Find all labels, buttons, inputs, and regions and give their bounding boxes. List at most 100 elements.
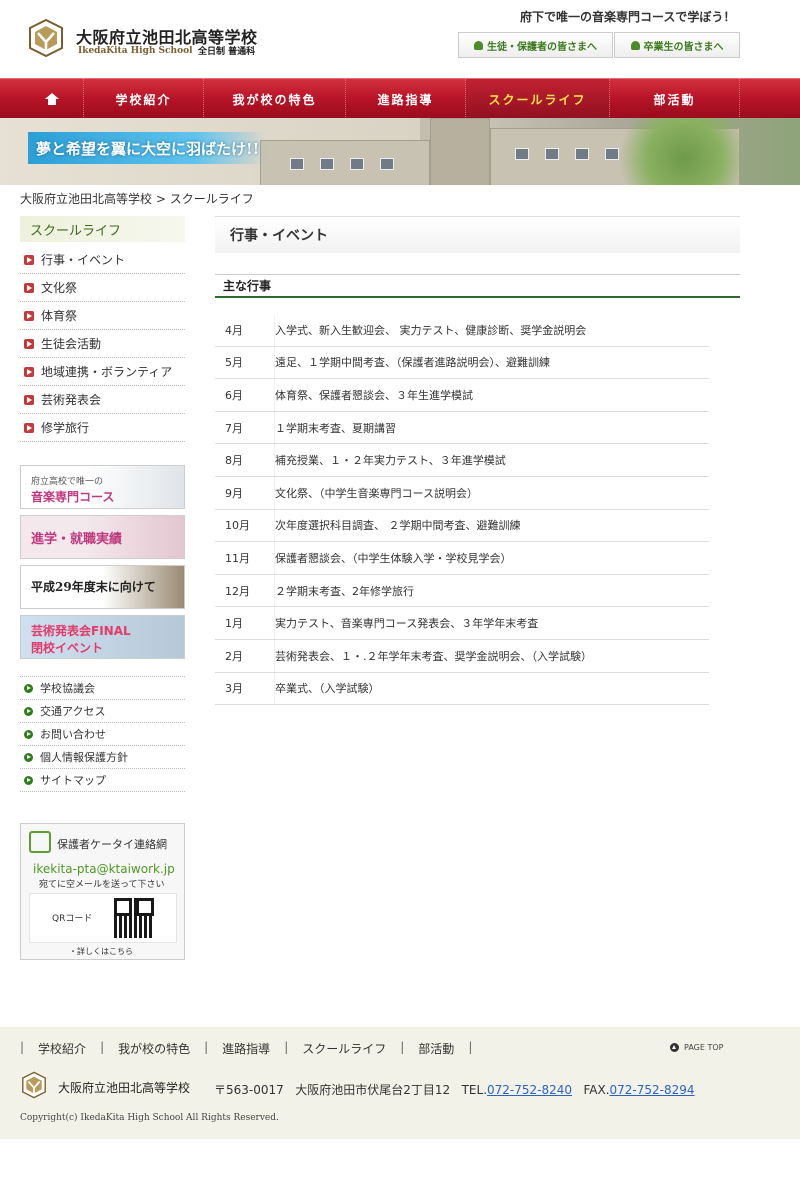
students-parents-button[interactable]: 生徒・保護者の皆さまへ — [458, 32, 613, 58]
nav-clubs[interactable]: 部活動 — [610, 79, 740, 119]
link-school-council[interactable]: 学校協議会 — [20, 677, 185, 700]
link-label: 交通アクセス — [40, 705, 106, 718]
event-description: 卒業式、（入学試験） — [275, 682, 380, 696]
breadcrumb-home[interactable]: 大阪府立池田北高等学校 — [20, 192, 152, 206]
qr-code-icon — [114, 898, 154, 938]
event-description: 体育祭、保護者懇談会、３年生進学模試 — [275, 388, 473, 402]
school-course: 全日制 普通科 — [198, 47, 256, 57]
mobile-phone-icon — [29, 831, 51, 853]
school-name-en: IkedaKita High School — [78, 46, 193, 56]
tagline: 府下で唯一の音楽専門コースで学ぼう！ — [520, 10, 736, 24]
page-top-button[interactable]: PAGE TOP — [670, 1043, 723, 1052]
footer-link-features[interactable]: 我が校の特色 — [118, 1040, 190, 1057]
page-title: 行事・イベント — [215, 216, 740, 253]
nav-home[interactable] — [20, 79, 84, 119]
banner-building — [430, 118, 490, 185]
table-row: 12月 ２学期末考査、2年修学旅行 — [215, 574, 709, 608]
arrow-right-icon — [24, 254, 34, 265]
nav-about[interactable]: 学校紹介 — [84, 79, 204, 119]
final-event-banner[interactable]: 芸術発表会FINAL 閉校イベント — [20, 615, 185, 659]
sidebar-item-sports-festival[interactable]: 体育祭 — [20, 302, 185, 330]
nav-career-guidance[interactable]: 進路指導 — [346, 79, 466, 119]
arrow-right-icon — [24, 310, 34, 321]
sidebar-menu: 行事・イベント 文化祭 体育祭 生徒会活動 地域連携・ボランティア 芸術発表会 … — [20, 246, 185, 442]
event-description: 補充授業、１・２年実力テスト、３年進学模試 — [275, 454, 506, 468]
table-row: 5月 遠足、１学期中間考査、（保護者進路説明会）、避難訓練 — [215, 346, 709, 380]
mobile-contact-email: ikekita-pta@ktaiwork.jp — [33, 862, 175, 876]
event-month: 12月 — [215, 574, 275, 607]
page-top-label: PAGE TOP — [684, 1043, 724, 1052]
link-contact[interactable]: お問い合わせ — [20, 723, 185, 746]
link-sitemap[interactable]: サイトマップ — [20, 769, 185, 792]
link-access[interactable]: 交通アクセス — [20, 700, 185, 723]
tel-label: TEL. — [461, 1083, 488, 1097]
event-description: ２学期末考査、2年修学旅行 — [275, 584, 414, 598]
nav-school-life[interactable]: スクールライフ — [466, 79, 610, 119]
closing-year-banner[interactable]: 平成29年度末に向けて — [20, 565, 185, 609]
event-month: 4月 — [215, 314, 275, 346]
table-row: 9月 文化祭、（中学生音楽専門コース説明会） — [215, 476, 709, 510]
footer-link-school-life[interactable]: スクールライフ — [302, 1040, 386, 1057]
alumni-button[interactable]: 卒業生の皆さまへ — [614, 32, 740, 58]
sidebar-item-culture-festival[interactable]: 文化祭 — [20, 274, 185, 302]
table-row: 10月 次年度選択科目調査、 ２学期中間考査、避難訓練 — [215, 509, 709, 543]
link-privacy-policy[interactable]: 個人情報保護方針 — [20, 746, 185, 769]
table-row: 11月 保護者懇談会、（中学生体験入学・学校見学会） — [215, 542, 709, 575]
event-month: 6月 — [215, 379, 275, 411]
banner-building — [260, 140, 430, 185]
sidebar-title[interactable]: スクールライフ — [20, 216, 185, 242]
sidebar-item-community[interactable]: 地域連携・ボランティア — [20, 358, 185, 386]
fax-label: FAX. — [583, 1083, 610, 1097]
school-emblem-icon[interactable] — [26, 18, 66, 58]
event-month: 2月 — [215, 639, 275, 672]
banner-slogan: 夢と希望を翼に大空に羽ばたけ!! — [28, 132, 268, 164]
events-table: 4月 入学式、新入生歓迎会、 実力テスト、健康診断、奨学金説明会 5月 遠足、１学期… — [215, 314, 709, 706]
career-results-banner[interactable]: 進学・就職実績 — [20, 515, 185, 559]
sidebar-item-art-presentation[interactable]: 芸術発表会 — [20, 386, 185, 414]
closing-banner-title: 平成29年度末に向けて — [31, 580, 156, 594]
sidebar-item-label: 地域連携・ボランティア — [41, 365, 173, 379]
arrow-right-icon — [24, 394, 34, 405]
event-month: 7月 — [215, 411, 275, 444]
footer-separator: | — [468, 1040, 473, 1054]
footer-nav: | 学校紹介 | 我が校の特色 | 進路指導 | スクールライフ | 部活動 | — [20, 1040, 486, 1057]
event-month: 9月 — [215, 476, 275, 509]
home-icon — [44, 93, 59, 105]
tel-link[interactable]: 072-752-8240 — [487, 1083, 572, 1097]
arrow-up-icon — [670, 1043, 679, 1052]
circle-arrow-icon — [24, 729, 33, 739]
event-description: 遠足、１学期中間考査、（保護者進路説明会）、避難訓練 — [275, 356, 550, 370]
event-description: 芸術発表会、１・.２年学年末考査、奨学金説明会、（入学試験） — [275, 649, 592, 663]
final-banner-subtitle: 閉校イベント — [31, 641, 104, 655]
footer-link-career[interactable]: 進路指導 — [222, 1040, 270, 1057]
circle-arrow-icon — [24, 775, 33, 785]
sidebar-item-label: 文化祭 — [41, 281, 78, 295]
footer-address: 〒563-0017 大阪府池田市伏尾台2丁目12 TEL.072-752-824… — [214, 1081, 695, 1098]
sidebar-item-school-trip[interactable]: 修学旅行 — [20, 414, 185, 442]
banner-window — [380, 158, 394, 170]
link-label: 個人情報保護方針 — [40, 751, 128, 764]
breadcrumb-separator: > — [155, 192, 166, 206]
sidebar-item-events[interactable]: 行事・イベント — [20, 246, 185, 274]
banner-tree — [600, 118, 740, 185]
banner-window — [515, 148, 529, 160]
music-banner-title: 音楽専門コース — [31, 490, 115, 504]
sidebar-item-student-council[interactable]: 生徒会活動 — [20, 330, 185, 358]
link-label: お問い合わせ — [40, 728, 106, 741]
sidebar-links: 学校協議会 交通アクセス お問い合わせ 個人情報保護方針 サイトマップ — [20, 676, 185, 792]
mobile-contact-banner[interactable]: 保護者ケータイ連絡網 ikekita-pta@ktaiwork.jp 宛てに空メ… — [20, 823, 185, 960]
music-course-banner[interactable]: 府立高校で唯一の 音楽専門コース — [20, 465, 185, 509]
footer-separator: | — [204, 1040, 209, 1054]
arrow-right-icon — [24, 366, 34, 377]
fax-link[interactable]: 072-752-8294 — [610, 1083, 695, 1097]
nav-features[interactable]: 我が校の特色 — [204, 79, 346, 119]
banner-window — [575, 148, 589, 160]
site-footer: | 学校紹介 | 我が校の特色 | 進路指導 | スクールライフ | 部活動 |… — [0, 1027, 800, 1139]
table-row: 6月 体育祭、保護者懇談会、３年生進学模試 — [215, 379, 709, 412]
music-banner-small-text: 府立高校で唯一の — [31, 477, 104, 487]
footer-link-clubs[interactable]: 部活動 — [418, 1040, 454, 1057]
footer-link-about[interactable]: 学校紹介 — [38, 1040, 86, 1057]
event-month: 8月 — [215, 444, 275, 476]
breadcrumb-current: スクールライフ — [169, 192, 254, 206]
link-label: サイトマップ — [40, 774, 106, 787]
